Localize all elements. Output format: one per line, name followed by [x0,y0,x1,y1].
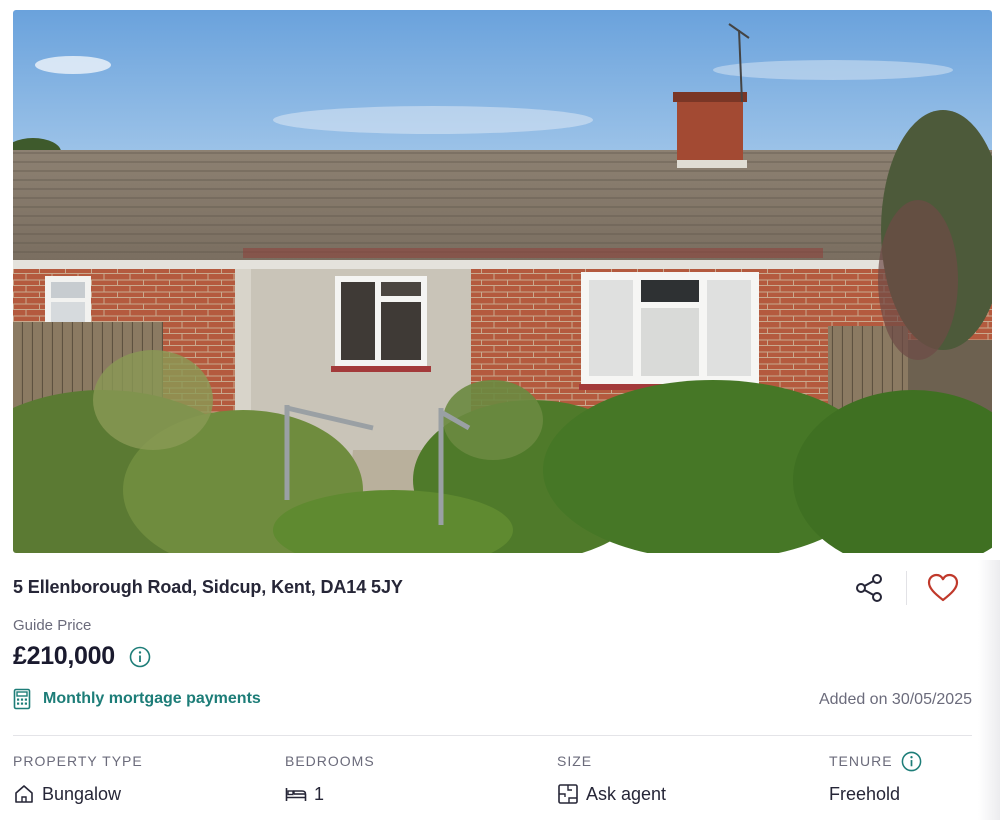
feature-value: Bungalow [42,783,122,804]
scroll-edge-shadow [978,560,1000,820]
mortgage-calculator-link[interactable]: Monthly mortgage payments [13,688,261,710]
feature-property-type: PROPERTY TYPE Bungalow [13,752,143,806]
price-row: £210,000 [13,642,151,671]
feature-label: SIZE [557,753,593,769]
property-address: 5 Ellenborough Road, Sidcup, Kent, DA14 … [13,577,403,597]
added-date: Added on 30/05/2025 [818,691,972,708]
listing-actions [845,568,967,608]
mortgage-link-label: Monthly mortgage payments [43,690,261,707]
actions-divider [906,571,907,605]
feature-value: Freehold [829,783,901,804]
section-divider [13,735,972,736]
property-photo-illustration [13,10,992,553]
feature-label-row: TENURE [829,751,922,772]
feature-value-row: Bungalow [13,782,143,806]
feature-value: Ask agent [586,783,667,804]
feature-label: BEDROOMS [285,753,375,769]
price-qualifier: Guide Price [13,617,92,634]
tenure-info-button[interactable] [901,751,922,772]
bed-icon [285,783,307,805]
feature-label: PROPERTY TYPE [13,753,143,769]
feature-label: TENURE [829,753,893,769]
share-icon [856,574,882,602]
feature-value-row: 1 [285,782,375,806]
feature-value-row: Ask agent [557,782,666,806]
feature-size: SIZE Ask agent [557,752,666,806]
feature-bedrooms: BEDROOMS 1 [285,752,375,806]
heart-icon [927,573,959,602]
calculator-icon [13,688,31,710]
house-icon [13,783,35,805]
share-button[interactable] [845,568,893,608]
property-photo[interactable] [13,10,992,553]
floorplan-icon [557,783,579,805]
info-icon [129,646,151,667]
feature-value-row: Freehold [829,782,922,806]
feature-tenure: TENURE Freehold [829,751,922,806]
price-info-button[interactable] [129,646,151,668]
save-button[interactable] [919,568,967,608]
info-icon [901,751,921,771]
price: £210,000 [13,642,115,670]
feature-value: 1 [314,783,325,804]
